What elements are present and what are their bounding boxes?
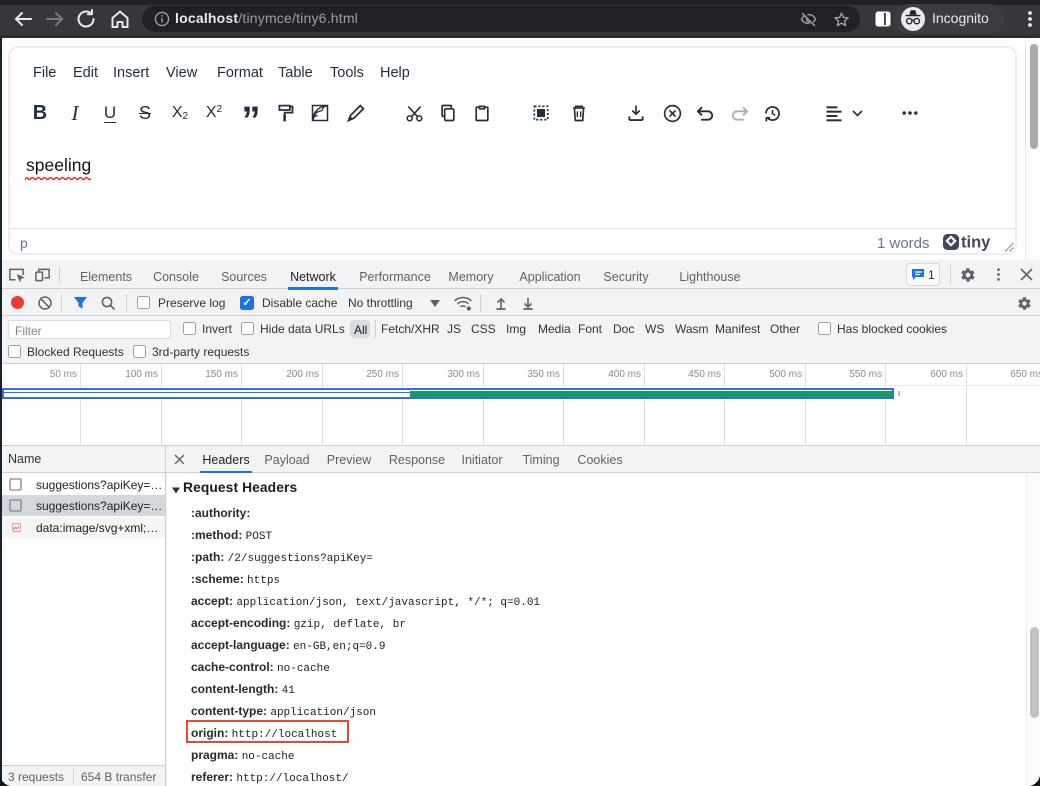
svg-text:tiny: tiny	[961, 234, 991, 252]
